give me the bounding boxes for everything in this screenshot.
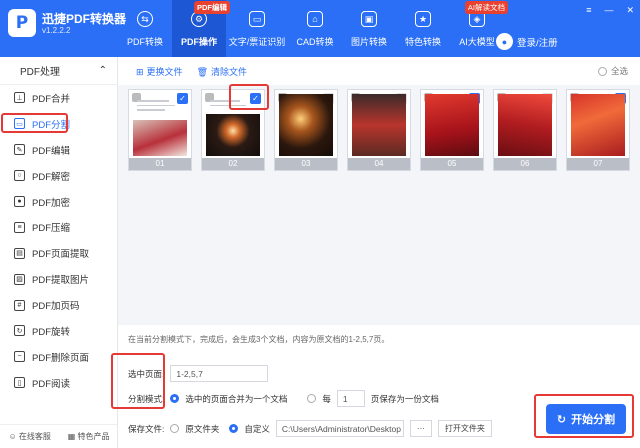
page-thumb-03[interactable]: ✓ 03	[274, 89, 338, 171]
change-file-button[interactable]: ⊞ 更换文件	[136, 65, 183, 78]
sidebar-item-rotate[interactable]: ↻ PDF旋转	[0, 318, 117, 344]
browse-button[interactable]: ···	[409, 420, 432, 437]
scan-icon: ▭	[249, 11, 265, 27]
page-thumbnails: ✓ 01 ✓ 02 ✓ 03 ✓ 04 ✓ 05	[128, 89, 630, 171]
split-run-icon: ↻	[556, 413, 567, 426]
minimize-icon[interactable]: —	[604, 5, 613, 16]
selected-pages-row: 选中页面: 1-2,5,7	[128, 365, 269, 382]
menu-icon[interactable]: ≡	[586, 5, 591, 16]
page-thumb-05[interactable]: ✓ 05	[420, 89, 484, 171]
extract-image-icon: ▨	[14, 273, 25, 285]
pdf-edit-badge: PDF编辑	[194, 1, 230, 14]
sidebar-item-extract-image[interactable]: ▨ PDF提取图片	[0, 266, 117, 292]
split-icon: ▭	[14, 118, 25, 130]
page-image	[571, 94, 625, 156]
read-icon: ▯	[14, 377, 25, 389]
sidebar-item-read[interactable]: ▯ PDF阅读	[0, 370, 117, 396]
sidebar-item-edit[interactable]: ✎ PDF编辑	[0, 137, 117, 163]
nav-image[interactable]: ▣ 图片转换	[342, 0, 396, 57]
sidebar-item-merge[interactable]: ⊥ PDF合并	[0, 85, 117, 111]
file-toolbar: ⊞ 更换文件 🗑 清除文件 全选	[118, 57, 640, 85]
sidebar-item-extract-page[interactable]: ▤ PDF页面提取	[0, 240, 117, 266]
save-location-row: 保存文件: 原文件夹 自定义 C:\Users\Administrator\De…	[128, 420, 492, 437]
unlock-icon: ○	[14, 170, 25, 182]
open-folder-button[interactable]: 打开文件夹	[437, 420, 492, 437]
page-thumb-06[interactable]: ✓ 06	[493, 89, 557, 171]
sidebar-item-encrypt[interactable]: ● PDF加密	[0, 189, 117, 215]
rotate-icon: ↻	[14, 325, 25, 337]
page-checkbox[interactable]: ✓	[250, 93, 261, 104]
selected-pages-input[interactable]: 1-2,5,7	[170, 365, 269, 382]
page-image	[133, 120, 187, 156]
app-logo: P	[8, 9, 36, 37]
page-image	[352, 94, 406, 156]
page-thumb-04[interactable]: ✓ 04	[347, 89, 411, 171]
avatar-icon: ●	[496, 33, 513, 50]
page-thumb-02[interactable]: ✓ 02	[201, 89, 265, 171]
page-number-icon: #	[14, 299, 25, 311]
sidebar: PDF处理 ⌃ ⊥ PDF合并 ▭ PDF分割 ✎ PDF编辑 ○ PDF解密 ● PDF…	[0, 57, 118, 448]
nav-pdf-operate[interactable]: PDF编辑 ⚙ PDF操作	[172, 0, 230, 57]
sidebar-header[interactable]: PDF处理 ⌃	[0, 57, 117, 85]
split-mode-row: 分割模式: 选中的页面合并为一个文档 每 1 页保存为一份文档	[128, 390, 439, 407]
delete-page-icon: −	[14, 351, 25, 363]
split-description: 在当前分割模式下，完成后，会生成3个文档，内容为原文档的1-2,5,7页。	[128, 335, 390, 344]
page-thumb-07[interactable]: ✓ 07	[566, 89, 630, 171]
merge-icon: ⊥	[14, 92, 25, 104]
save-custom-radio[interactable]	[229, 424, 239, 433]
start-split-button[interactable]: ↻ 开始分割	[546, 404, 626, 434]
split-options: 在当前分割模式下，完成后，会生成3个文档，内容为原文档的1-2,5,7页。 选中…	[118, 325, 640, 448]
convert-icon: ⇆	[137, 11, 153, 27]
page-image	[206, 114, 260, 156]
edit-icon: ✎	[14, 144, 25, 156]
every-pages-input[interactable]: 1	[336, 390, 365, 407]
nav-ocr[interactable]: ▭ 文字/票证识别	[226, 0, 288, 57]
page-thumb-01[interactable]: ✓ 01	[128, 89, 192, 171]
app-version: v1.2.2.2	[42, 25, 71, 35]
nav-cad[interactable]: ⌂ CAD转换	[288, 0, 342, 57]
login-button[interactable]: ● 登录/注册	[496, 33, 558, 50]
app-name: 迅捷PDF转换器	[42, 11, 127, 26]
cad-icon: ⌂	[307, 11, 323, 27]
page-image	[279, 94, 333, 156]
online-service-link[interactable]: ☺ 在线客服	[8, 431, 50, 442]
page-checkbox[interactable]: ✓	[177, 93, 188, 104]
clear-file-button[interactable]: 🗑 清除文件	[197, 65, 247, 78]
sidebar-item-decrypt[interactable]: ○ PDF解密	[0, 163, 117, 189]
page-image	[425, 94, 479, 156]
mode-merge-radio[interactable]	[170, 394, 180, 403]
featured-products-link[interactable]: ▦ 特色产品	[68, 431, 110, 442]
compress-icon: ≡	[14, 221, 25, 233]
save-original-radio[interactable]	[170, 424, 180, 433]
save-path-input[interactable]: C:\Users\Administrator\Desktop	[275, 420, 404, 437]
nav-special[interactable]: ★ 特色转换	[396, 0, 450, 57]
sidebar-item-delete-page[interactable]: − PDF删除页面	[0, 344, 117, 370]
extract-page-icon: ▤	[14, 247, 25, 259]
close-icon[interactable]: ✕	[626, 5, 634, 16]
mode-every-radio[interactable]	[307, 394, 317, 403]
trash-icon: 🗑	[196, 66, 208, 77]
top-nav: ⇆ PDF转换 PDF编辑 ⚙ PDF操作 ▭ 文字/票证识别 ⌂ CAD转换 …	[118, 0, 508, 57]
select-all-radio[interactable]: 全选	[597, 65, 628, 77]
sidebar-item-compress[interactable]: ≡ PDF压缩	[0, 214, 117, 240]
main-panel: ⊞更换文件 🗑清除文件 全选 ✓ 01 ✓ 02 ✓ 03 ✓	[118, 57, 640, 448]
lock-icon: ●	[14, 196, 25, 207]
nav-pdf-convert[interactable]: ⇆ PDF转换	[118, 0, 172, 57]
sidebar-item-page-number[interactable]: # PDF加页码	[0, 292, 117, 318]
ai-badge: AI解读文档	[464, 1, 508, 14]
star-icon: ★	[415, 11, 431, 27]
brand: P 迅捷PDF转换器 v1.2.2.2	[8, 9, 126, 37]
app-header: P 迅捷PDF转换器 v1.2.2.2 ⇆ PDF转换 PDF编辑 ⚙ PDF操…	[0, 0, 640, 57]
image-icon: ▣	[361, 11, 377, 27]
window-controls: ≡ — ✕	[586, 5, 634, 16]
page-image	[498, 94, 552, 156]
sidebar-footer: ☺ 在线客服 ▦ 特色产品	[0, 424, 118, 448]
chevron-up-icon: ⌃	[98, 65, 107, 76]
add-icon: ⊞	[136, 66, 144, 77]
sidebar-item-split[interactable]: ▭ PDF分割	[0, 111, 117, 137]
